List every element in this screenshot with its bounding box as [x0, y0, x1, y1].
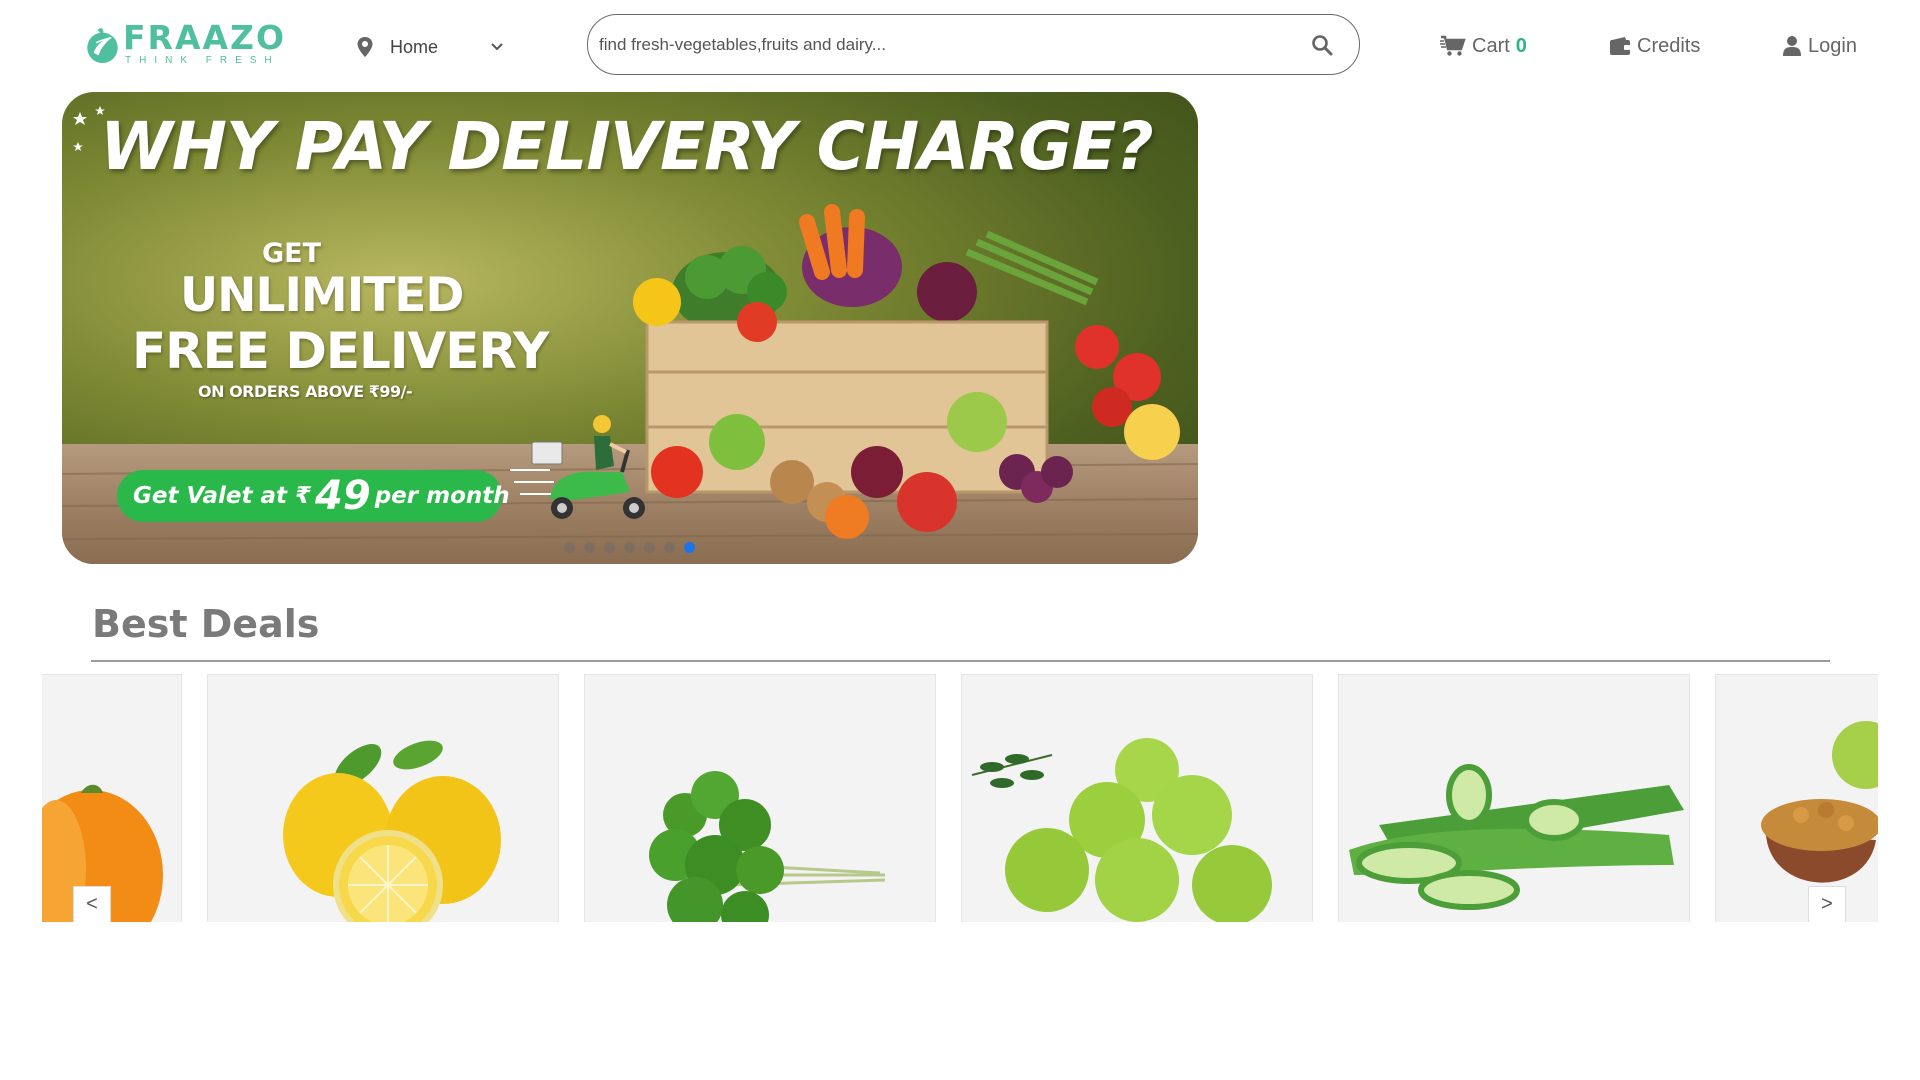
deals-carousel: [42, 674, 1878, 922]
banner-headline: WHY PAY DELIVERY CHARGE?: [100, 108, 1154, 185]
cart-icon: [1440, 35, 1466, 56]
valet-subscription-button[interactable]: Get Valet at ₹ 49 per month: [117, 470, 510, 522]
carousel-prev-button[interactable]: <: [73, 886, 111, 922]
slide-dot[interactable]: [564, 542, 575, 553]
bell-pepper-image: [42, 784, 163, 922]
hero-banner[interactable]: WHY PAY DELIVERY CHARGE? GET UNLIMITED F…: [62, 92, 1198, 564]
amla-image: [971, 738, 1272, 922]
slide-dot[interactable]: [624, 542, 635, 553]
slide-dot-active[interactable]: [684, 542, 695, 553]
promo-get: GET: [262, 238, 322, 269]
aloe-vera-image: [1349, 764, 1684, 910]
search-input[interactable]: [599, 34, 1311, 55]
wallet-icon: [1610, 37, 1630, 55]
valet-prefix: Get Valet at ₹: [133, 483, 312, 509]
credits-label: Credits: [1637, 34, 1701, 57]
slide-dot[interactable]: [584, 542, 595, 553]
promo-free-delivery: FREE DELIVERY: [132, 322, 549, 380]
brand-logo[interactable]: FRAAZO THINK FRESH: [86, 10, 286, 78]
location-label: Home: [390, 36, 439, 57]
promo-unlimited: UNLIMITED: [180, 268, 464, 323]
leaf-logo-icon: [87, 28, 118, 64]
login-label: Login: [1808, 34, 1857, 57]
brand-tagline: THINK FRESH: [124, 55, 280, 66]
promo-min-order: ON ORDERS ABOVE ₹99/-: [198, 382, 413, 401]
slide-dot[interactable]: [604, 542, 615, 553]
product-card-bell-pepper[interactable]: [42, 674, 182, 922]
search-bar: [587, 14, 1360, 75]
chevron-down-icon: [491, 43, 503, 51]
product-card-aloe-vera[interactable]: [1338, 674, 1690, 922]
section-divider: [91, 660, 1830, 662]
product-card-dry-fruits[interactable]: [1715, 674, 1878, 922]
cart-label: Cart: [1472, 34, 1510, 57]
search-icon[interactable]: [1311, 34, 1333, 56]
vegetable-crate-image: [633, 204, 1180, 539]
user-icon: [1783, 36, 1801, 56]
valet-price: 49: [315, 473, 371, 519]
dry-fruits-image: [1761, 721, 1878, 883]
login-button[interactable]: Login: [1782, 30, 1857, 62]
brand-name: FRAAZO: [122, 18, 286, 57]
cart-button[interactable]: Cart 0: [1440, 30, 1527, 62]
best-deals-title: Best Deals: [92, 602, 320, 646]
slide-indicators: [564, 542, 695, 553]
valet-suffix: per month: [374, 483, 510, 509]
carousel-next-button[interactable]: >: [1808, 886, 1846, 922]
location-selector[interactable]: Home: [356, 30, 508, 64]
cart-count-badge: 0: [1515, 34, 1527, 57]
slide-dot[interactable]: [644, 542, 655, 553]
top-header: FRAAZO THINK FRESH Home Cart 0: [0, 0, 1920, 92]
coriander-image: [649, 771, 886, 922]
slide-dot[interactable]: [664, 542, 675, 553]
map-pin-icon: [357, 37, 373, 57]
credits-button[interactable]: Credits: [1609, 30, 1700, 62]
lemon-image: [283, 740, 501, 922]
product-card-lemon[interactable]: [207, 674, 559, 922]
product-card-coriander[interactable]: [584, 674, 936, 922]
product-card-amla[interactable]: [961, 674, 1313, 922]
